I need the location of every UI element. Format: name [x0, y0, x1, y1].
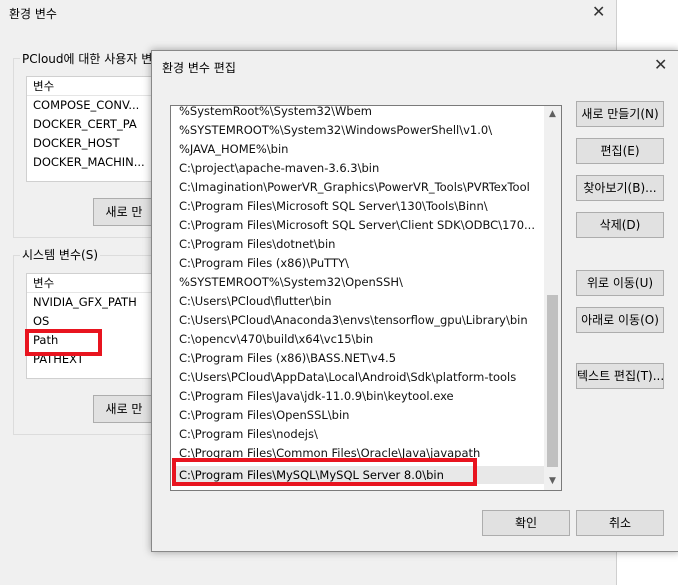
scroll-up-icon[interactable]: ▲	[544, 106, 561, 123]
path-item[interactable]: C:\opencv\470\build\x64\vc15\bin	[179, 330, 373, 348]
path-list[interactable]: %SystemRoot%\System32\Wbem %SYSTEMROOT%\…	[170, 105, 562, 491]
list-item[interactable]: DOCKER_CERT_PA	[27, 115, 152, 134]
vertical-scrollbar[interactable]: ▲ ▼	[544, 106, 561, 490]
path-item[interactable]: C:\Program Files\OpenSSL\bin	[179, 406, 349, 424]
edit-text-button[interactable]: 텍스트 편집(T)...	[576, 363, 664, 389]
move-down-button[interactable]: 아래로 이동(O)	[576, 307, 664, 333]
path-item[interactable]: %SystemRoot%\System32\Wbem	[179, 106, 372, 120]
user-variables-list[interactable]: 변수 COMPOSE_CONV... DOCKER_CERT_PA DOCKER…	[26, 76, 153, 182]
new-button[interactable]: 새로 만들기(N)	[576, 101, 664, 127]
path-item[interactable]: C:\Users\PCloud\Anaconda3\envs\tensorflo…	[179, 311, 528, 329]
path-item[interactable]: C:\Program Files\dotnet\bin	[179, 235, 335, 253]
delete-button[interactable]: 삭제(D)	[576, 212, 664, 238]
cancel-button[interactable]: 취소	[576, 510, 664, 536]
scrollbar-thumb[interactable]	[547, 295, 558, 467]
path-item[interactable]: C:\Program Files\Java\jdk-11.0.9\bin\key…	[179, 387, 454, 405]
user-variables-label: PCloud에 대한 사용자 변	[20, 50, 155, 67]
path-highlight-box	[25, 329, 102, 356]
close-icon[interactable]: ✕	[654, 55, 667, 74]
path-item[interactable]: C:\project\apache-maven-3.6.3\bin	[179, 159, 379, 177]
path-item[interactable]: %SYSTEMROOT%\System32\WindowsPowerShell\…	[179, 121, 492, 139]
edit-button[interactable]: 편집(E)	[576, 138, 664, 164]
dialog-title: 환경 변수 편집	[162, 61, 236, 75]
path-item[interactable]: C:\Program Files (x86)\BASS.NET\v4.5	[179, 349, 396, 367]
path-item[interactable]: C:\Program Files\Microsoft SQL Server\Cl…	[179, 216, 535, 234]
path-item[interactable]: C:\Users\PCloud\AppData\Local\Android\Sd…	[179, 368, 516, 386]
path-item[interactable]: C:\Program Files\nodejs\	[179, 425, 318, 443]
list-header[interactable]: 변수	[27, 274, 152, 293]
path-item[interactable]: %JAVA_HOME%\bin	[179, 140, 288, 158]
path-item[interactable]: C:\Imagination\PowerVR_Graphics\PowerVR_…	[179, 178, 530, 196]
path-item[interactable]: C:\Users\PCloud\flutter\bin	[179, 292, 332, 310]
user-new-button[interactable]: 새로 만	[93, 198, 155, 226]
system-new-button[interactable]: 새로 만	[93, 395, 155, 423]
mysql-path-highlight-box	[172, 458, 477, 486]
path-item[interactable]: %SYSTEMROOT%\System32\OpenSSH\	[179, 273, 403, 291]
list-item[interactable]: NVIDIA_GFX_PATH	[27, 293, 152, 312]
ok-button[interactable]: 확인	[482, 510, 570, 536]
list-item[interactable]: COMPOSE_CONV...	[27, 96, 152, 115]
window-title: 환경 변수	[9, 7, 57, 21]
move-up-button[interactable]: 위로 이동(U)	[576, 270, 664, 296]
system-variables-list[interactable]: 변수 NVIDIA_GFX_PATH OS Path PATHEXT	[26, 273, 153, 379]
list-item[interactable]: DOCKER_HOST	[27, 134, 152, 153]
path-item[interactable]: C:\Program Files (x86)\PuTTY\	[179, 254, 349, 272]
close-icon[interactable]: ✕	[592, 2, 605, 21]
scroll-down-icon[interactable]: ▼	[544, 473, 561, 490]
list-header[interactable]: 변수	[27, 77, 152, 96]
path-item[interactable]: C:\Program Files\Microsoft SQL Server\13…	[179, 197, 488, 215]
browse-button[interactable]: 찾아보기(B)...	[576, 175, 664, 201]
system-variables-label: 시스템 변수(S)	[20, 246, 100, 263]
list-item[interactable]: DOCKER_MACHIN...	[27, 153, 152, 172]
